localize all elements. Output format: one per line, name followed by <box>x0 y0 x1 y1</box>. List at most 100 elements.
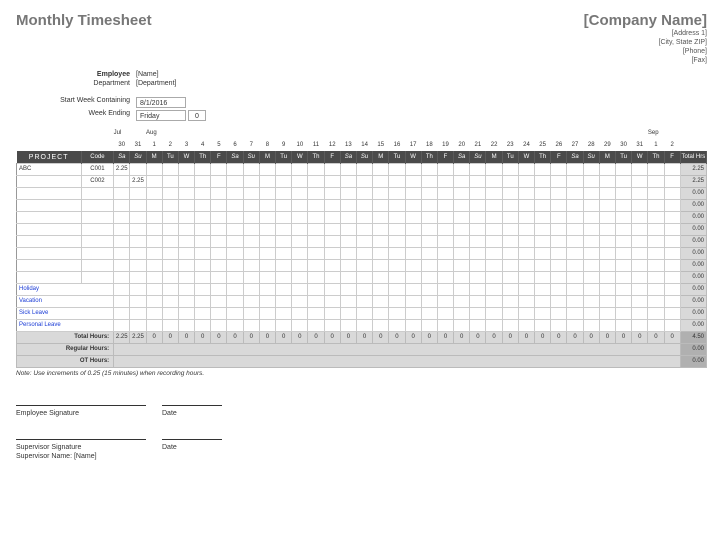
hour-cell[interactable] <box>551 211 567 223</box>
hour-cell[interactable] <box>583 295 599 307</box>
hour-cell[interactable] <box>615 271 631 283</box>
hour-cell[interactable] <box>276 235 292 247</box>
hour-cell[interactable] <box>276 223 292 235</box>
hour-cell[interactable] <box>454 295 470 307</box>
hour-cell[interactable] <box>454 271 470 283</box>
hour-cell[interactable] <box>421 271 437 283</box>
hour-cell[interactable] <box>583 199 599 211</box>
hour-cell[interactable] <box>599 223 615 235</box>
hour-cell[interactable] <box>615 235 631 247</box>
hour-cell[interactable] <box>356 307 372 319</box>
hour-cell[interactable] <box>664 187 680 199</box>
hour-cell[interactable] <box>195 223 211 235</box>
hour-cell[interactable] <box>567 283 583 295</box>
hour-cell[interactable] <box>502 271 518 283</box>
hour-cell[interactable] <box>324 307 340 319</box>
hour-cell[interactable] <box>373 319 389 331</box>
code-cell[interactable]: C001 <box>81 163 113 175</box>
hour-cell[interactable] <box>632 163 648 175</box>
hour-cell[interactable] <box>389 319 405 331</box>
hour-cell[interactable] <box>648 223 664 235</box>
hour-cell[interactable] <box>292 271 308 283</box>
hour-cell[interactable] <box>211 211 227 223</box>
hour-cell[interactable] <box>486 163 502 175</box>
hour-cell[interactable] <box>146 283 162 295</box>
hour-cell[interactable] <box>632 259 648 271</box>
hour-cell[interactable] <box>243 211 259 223</box>
hour-cell[interactable] <box>486 211 502 223</box>
hour-cell[interactable] <box>356 271 372 283</box>
hour-cell[interactable] <box>615 247 631 259</box>
hour-cell[interactable] <box>195 163 211 175</box>
hour-cell[interactable] <box>195 319 211 331</box>
hour-cell[interactable] <box>535 259 551 271</box>
hour-cell[interactable] <box>421 319 437 331</box>
hour-cell[interactable] <box>292 283 308 295</box>
hour-cell[interactable] <box>405 271 421 283</box>
hour-cell[interactable] <box>227 295 243 307</box>
hour-cell[interactable] <box>130 235 146 247</box>
hour-cell[interactable] <box>308 235 324 247</box>
hour-cell[interactable] <box>178 223 194 235</box>
hour-cell[interactable] <box>276 187 292 199</box>
hour-cell[interactable] <box>324 283 340 295</box>
hour-cell[interactable] <box>114 211 130 223</box>
hour-cell[interactable] <box>470 247 486 259</box>
hour-cell[interactable] <box>599 307 615 319</box>
hour-cell[interactable] <box>356 259 372 271</box>
hour-cell[interactable] <box>599 259 615 271</box>
hour-cell[interactable] <box>421 223 437 235</box>
hour-cell[interactable] <box>308 319 324 331</box>
hour-cell[interactable] <box>648 187 664 199</box>
hour-cell[interactable] <box>243 187 259 199</box>
hour-cell[interactable] <box>454 319 470 331</box>
hour-cell[interactable] <box>243 163 259 175</box>
code-cell[interactable] <box>81 247 113 259</box>
hour-cell[interactable] <box>437 307 453 319</box>
hour-cell[interactable] <box>535 295 551 307</box>
startweek-input[interactable]: 8/1/2016 <box>136 97 186 108</box>
hour-cell[interactable] <box>583 223 599 235</box>
hour-cell[interactable] <box>146 235 162 247</box>
hour-cell[interactable] <box>292 235 308 247</box>
hour-cell[interactable] <box>308 295 324 307</box>
hour-cell[interactable] <box>114 247 130 259</box>
hour-cell[interactable] <box>405 235 421 247</box>
hour-cell[interactable] <box>437 259 453 271</box>
hour-cell[interactable] <box>421 175 437 187</box>
hour-cell[interactable] <box>632 175 648 187</box>
hour-cell[interactable] <box>114 235 130 247</box>
hour-cell[interactable] <box>421 199 437 211</box>
hour-cell[interactable] <box>583 187 599 199</box>
hour-cell[interactable] <box>567 235 583 247</box>
hour-cell[interactable] <box>211 163 227 175</box>
hour-cell[interactable] <box>259 307 275 319</box>
hour-cell[interactable] <box>308 223 324 235</box>
project-cell[interactable] <box>17 211 82 223</box>
hour-cell[interactable] <box>518 163 534 175</box>
hour-cell[interactable] <box>470 223 486 235</box>
hour-cell[interactable] <box>551 175 567 187</box>
hour-cell[interactable] <box>615 187 631 199</box>
hour-cell[interactable] <box>535 283 551 295</box>
hour-cell[interactable] <box>648 319 664 331</box>
hour-cell[interactable] <box>599 211 615 223</box>
hour-cell[interactable] <box>292 259 308 271</box>
hour-cell[interactable] <box>178 187 194 199</box>
hour-cell[interactable] <box>356 187 372 199</box>
hour-cell[interactable] <box>502 235 518 247</box>
hour-cell[interactable] <box>502 259 518 271</box>
hour-cell[interactable] <box>567 199 583 211</box>
hour-cell[interactable] <box>130 307 146 319</box>
hour-cell[interactable] <box>195 211 211 223</box>
hour-cell[interactable] <box>502 175 518 187</box>
hour-cell[interactable] <box>583 307 599 319</box>
hour-cell[interactable] <box>162 187 178 199</box>
hour-cell[interactable] <box>324 259 340 271</box>
hour-cell[interactable] <box>664 271 680 283</box>
hour-cell[interactable]: 2.25 <box>130 175 146 187</box>
hour-cell[interactable] <box>178 199 194 211</box>
hour-cell[interactable] <box>389 271 405 283</box>
hour-cell[interactable] <box>470 199 486 211</box>
hour-cell[interactable] <box>373 235 389 247</box>
